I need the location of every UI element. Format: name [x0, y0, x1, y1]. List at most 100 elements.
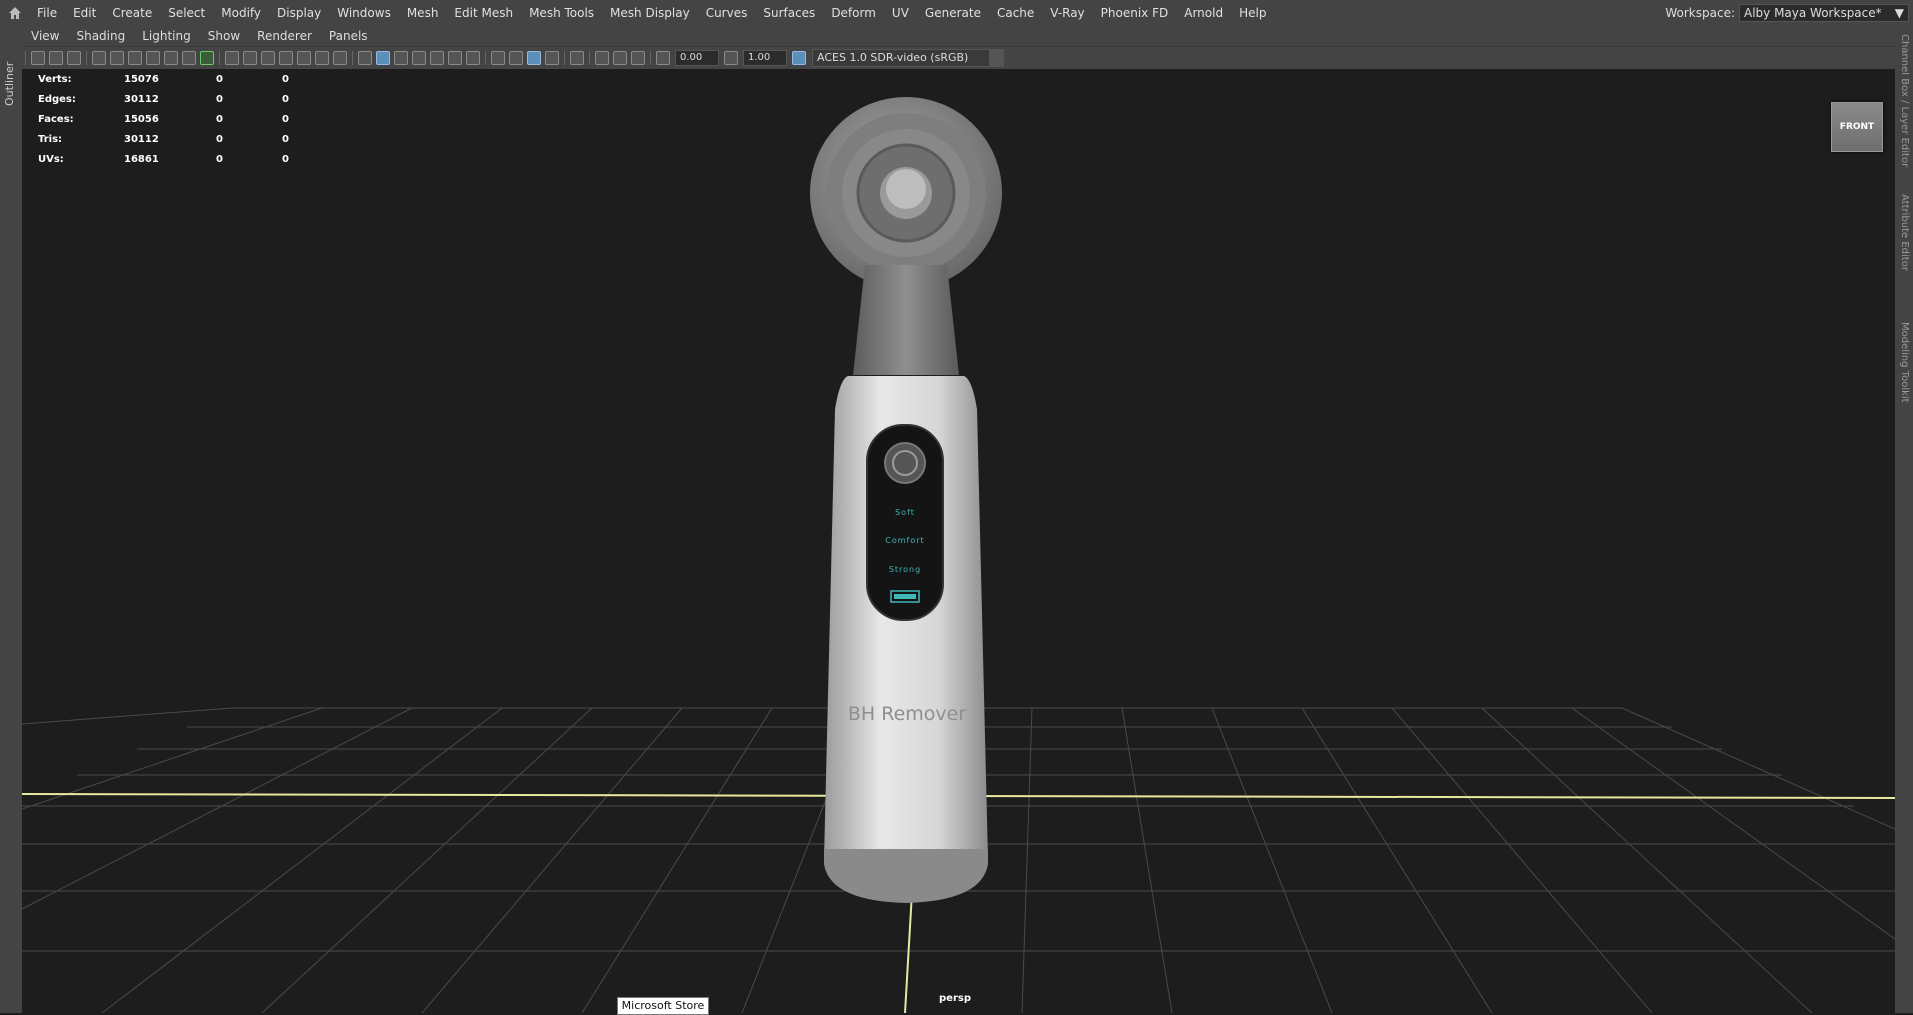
field-chart-icon[interactable]	[297, 51, 311, 65]
right-tab-strip: Channel Box / Layer Editor Attribute Edi…	[1894, 26, 1913, 1013]
viewcube[interactable]: FRONT	[1831, 102, 1883, 152]
hud-value: 0	[282, 153, 289, 165]
anti-aliasing-icon[interactable]	[527, 51, 541, 65]
menu-surfaces[interactable]: Surfaces	[755, 0, 823, 26]
hud-value: 0	[216, 73, 223, 85]
menu-vray[interactable]: V-Ray	[1042, 0, 1092, 26]
panel-menu-show[interactable]: Show	[199, 29, 248, 43]
gamma-field[interactable]: 1.00	[743, 50, 787, 66]
menu-deform[interactable]: Deform	[823, 0, 884, 26]
textured-icon[interactable]	[430, 51, 444, 65]
toolbar-divider	[219, 51, 220, 65]
camera-icon[interactable]	[92, 51, 106, 65]
motion-blur-icon[interactable]	[509, 51, 523, 65]
panel-toolbar: 0.00 1.00 ACES 1.0 SDR-video (sRGB)	[22, 47, 1895, 70]
view-transform-dropdown[interactable]: ACES 1.0 SDR-video (sRGB)	[812, 49, 1004, 67]
exposure-field[interactable]: 0.00	[675, 50, 719, 66]
image-plane-icon[interactable]	[110, 51, 124, 65]
toolbar-divider	[589, 51, 590, 65]
panel-menu-panels[interactable]: Panels	[320, 29, 376, 43]
workspace-label: Workspace:	[1665, 6, 1735, 20]
2d-pan-icon[interactable]	[164, 51, 178, 65]
home-icon[interactable]	[7, 5, 23, 21]
grid-icon[interactable]	[225, 51, 239, 65]
toolbar-divider	[25, 51, 26, 65]
menu-modify[interactable]: Modify	[213, 0, 269, 26]
menu-arnold[interactable]: Arnold	[1176, 0, 1231, 26]
smooth-shade-icon[interactable]	[376, 51, 390, 65]
hud-value: 0	[282, 133, 289, 145]
default-lighting-icon[interactable]	[394, 51, 408, 65]
hud-value: 15076	[124, 73, 159, 85]
attribute-editor-tab[interactable]: Attribute Editor	[1895, 194, 1913, 304]
hud-value: 16861	[124, 153, 159, 165]
menu-mesh-tools[interactable]: Mesh Tools	[521, 0, 602, 26]
color-management-icon[interactable]	[792, 51, 806, 65]
panel-menu-view[interactable]: View	[22, 29, 67, 43]
xray-active-icon[interactable]	[613, 51, 627, 65]
menu-curves[interactable]: Curves	[698, 0, 756, 26]
exposure-icon[interactable]	[656, 51, 670, 65]
chevron-down-icon: ▼	[1894, 6, 1904, 20]
pencil-icon[interactable]	[200, 51, 214, 65]
wireframe-icon[interactable]	[358, 51, 372, 65]
shadows-icon[interactable]	[466, 51, 480, 65]
menu-display[interactable]: Display	[269, 0, 329, 26]
menu-file[interactable]: File	[29, 0, 65, 26]
select-camera-icon[interactable]	[31, 51, 45, 65]
hud-value: 30112	[124, 133, 159, 145]
lock-camera-icon[interactable]	[49, 51, 63, 65]
viewport-persp[interactable]: Soft Comfort Strong BH Remover Verts: 15…	[22, 69, 1895, 1013]
menu-mesh-display[interactable]: Mesh Display	[602, 0, 698, 26]
hud-row: Faces: 15056 0 0	[38, 109, 302, 129]
hud-value: 0	[216, 133, 223, 145]
menu-edit-mesh[interactable]: Edit Mesh	[446, 0, 521, 26]
screen-space-ao-icon[interactable]	[491, 51, 505, 65]
viewport-scene	[22, 97, 1895, 1013]
workspace-value: Alby Maya Workspace*	[1744, 6, 1882, 20]
panel-menu-lighting[interactable]: Lighting	[133, 29, 199, 43]
xray-joints-icon[interactable]	[631, 51, 645, 65]
xray-icon[interactable]	[595, 51, 609, 65]
panel-menubar: View Shading Lighting Show Renderer Pane…	[22, 26, 1895, 47]
toolbar-divider	[485, 51, 486, 65]
hud-label: UVs:	[38, 153, 64, 165]
camera-attributes-icon[interactable]	[67, 51, 81, 65]
brand-logo: BH Remover	[847, 703, 967, 725]
mode-strong-label: Strong	[888, 565, 922, 574]
modeling-toolkit-tab[interactable]: Modeling Toolkit	[1895, 322, 1913, 422]
menu-cache[interactable]: Cache	[989, 0, 1042, 26]
menu-uv[interactable]: UV	[884, 0, 917, 26]
wireframe-on-shaded-icon[interactable]	[412, 51, 426, 65]
panel-menu-shading[interactable]: Shading	[67, 29, 133, 43]
menu-mesh[interactable]: Mesh	[399, 0, 447, 26]
gamma-icon[interactable]	[724, 51, 738, 65]
menu-help[interactable]: Help	[1231, 0, 1274, 26]
grease-pencil-icon[interactable]	[182, 51, 196, 65]
gate-mask-icon[interactable]	[279, 51, 293, 65]
isolate-select-icon[interactable]	[570, 51, 584, 65]
resolution-gate-icon[interactable]	[261, 51, 275, 65]
bookmark-alt-icon[interactable]	[146, 51, 160, 65]
safe-title-icon[interactable]	[333, 51, 347, 65]
depth-of-field-icon[interactable]	[545, 51, 559, 65]
film-gate-icon[interactable]	[243, 51, 257, 65]
model-device	[810, 97, 1002, 903]
use-all-lights-icon[interactable]	[448, 51, 462, 65]
menu-windows[interactable]: Windows	[329, 0, 399, 26]
safe-action-icon[interactable]	[315, 51, 329, 65]
main-menubar: File Edit Create Select Modify Display W…	[0, 0, 1913, 26]
hud-label: Edges:	[38, 93, 76, 105]
menu-generate[interactable]: Generate	[917, 0, 989, 26]
menu-phoenix-fd[interactable]: Phoenix FD	[1093, 0, 1177, 26]
menu-edit[interactable]: Edit	[65, 0, 104, 26]
outliner-tab[interactable]: Outliner	[1, 60, 19, 108]
panel-menu-renderer[interactable]: Renderer	[248, 29, 320, 43]
hud-row: UVs: 16861 0 0	[38, 149, 302, 169]
menu-create[interactable]: Create	[104, 0, 160, 26]
channel-box-tab[interactable]: Channel Box / Layer Editor	[1895, 34, 1913, 174]
bookmark-icon[interactable]	[128, 51, 142, 65]
hud-value: 15056	[124, 113, 159, 125]
workspace-dropdown[interactable]: Alby Maya Workspace* ▼	[1739, 4, 1909, 22]
menu-select[interactable]: Select	[160, 0, 213, 26]
